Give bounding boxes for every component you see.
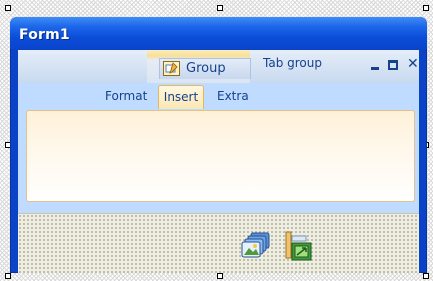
tab-insert[interactable]: Insert [158, 85, 204, 109]
title-bar[interactable]: Form1 [10, 17, 427, 49]
component-tray [18, 213, 419, 273]
ribbon-tab-panel [26, 110, 415, 202]
form-client-area: Group Tab group ✕ Format Insert Extra [18, 50, 419, 273]
ribbon-header: Group Tab group ✕ [18, 50, 419, 83]
resize-handle-bottom-center[interactable] [217, 273, 223, 279]
resize-handle-top-right[interactable] [423, 5, 429, 11]
window-title: Form1 [19, 27, 70, 43]
tab-group-label: Tab group [263, 56, 322, 70]
group-icon [163, 61, 180, 76]
ribbon-body [18, 109, 419, 213]
resize-handle-bottom-left[interactable] [5, 273, 11, 279]
contextual-group-label: Group [186, 61, 226, 76]
maximize-icon[interactable] [388, 59, 400, 71]
resize-handle-top-center[interactable] [217, 5, 223, 11]
ribbon-tab-strip: Format Insert Extra [18, 83, 419, 109]
close-icon[interactable]: ✕ [407, 57, 419, 71]
tab-extra[interactable]: Extra [217, 83, 249, 109]
resize-handle-bottom-right[interactable] [423, 273, 429, 279]
tab-format[interactable]: Format [105, 83, 147, 109]
image-list-icon[interactable] [241, 230, 273, 262]
layout-component-icon[interactable] [282, 230, 314, 262]
form-window[interactable]: Form1 Group Tab group ✕ Format Insert Ex… [10, 17, 427, 273]
minimize-icon[interactable] [370, 59, 382, 71]
contextual-group-button[interactable]: Group [159, 58, 251, 79]
resize-handle-top-left[interactable] [5, 5, 11, 11]
